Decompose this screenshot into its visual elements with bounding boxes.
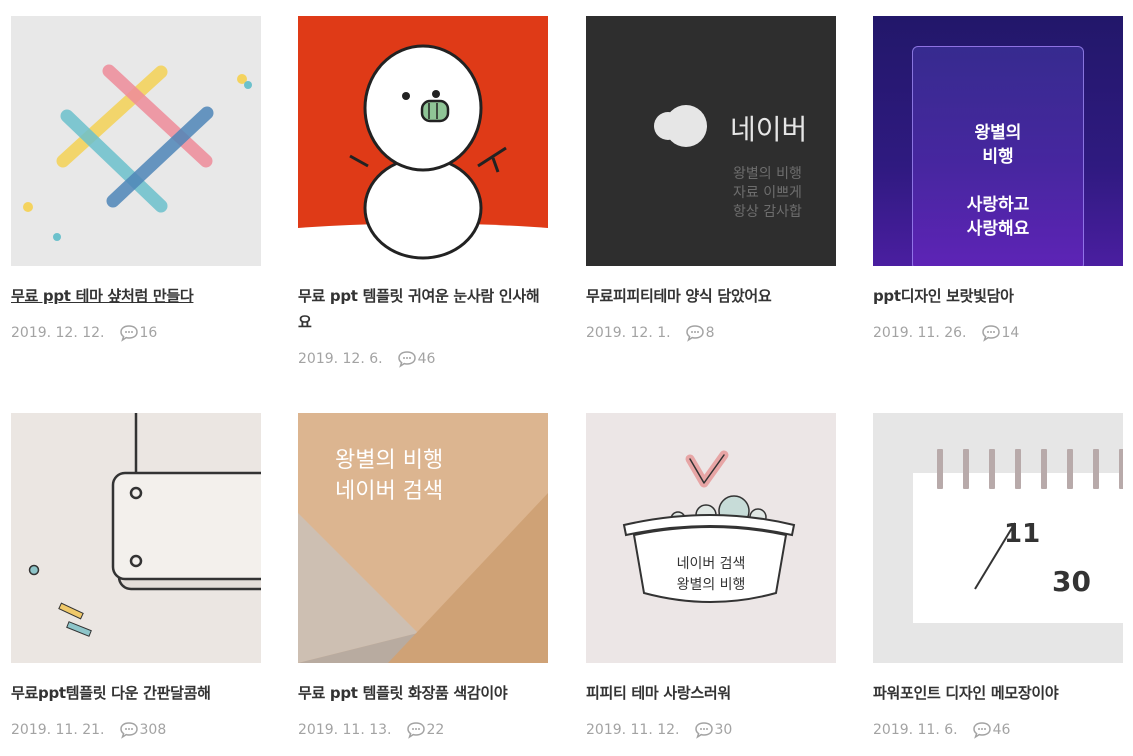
comment-count[interactable]: 46 — [993, 720, 1011, 740]
post-meta: 2019. 11. 6. 46 — [873, 720, 1123, 740]
post-thumbnail[interactable] — [11, 16, 261, 266]
hanging-sign-illustration — [28, 413, 261, 637]
post-title[interactable]: 피피티 테마 사랑스러워 — [586, 680, 836, 706]
comment-icon[interactable] — [119, 324, 139, 342]
comment-icon[interactable] — [694, 721, 714, 739]
thumb-caption: 항상 감사합 — [733, 204, 802, 220]
post-meta: 2019. 11. 21. 308 — [11, 720, 261, 740]
post-meta: 2019. 11. 12. 30 — [586, 720, 836, 740]
post-card: 왕별의 비행 네이버 검색 무료 ppt 템플릿 화장품 색감이야 2019. … — [298, 413, 548, 740]
post-date: 2019. 11. 26. — [873, 325, 967, 341]
thumb-caption: 왕별의 비행 — [733, 166, 802, 182]
post-meta: 2019. 12. 1. 8 — [586, 323, 836, 343]
calendar-month: 11 — [1004, 519, 1041, 549]
post-thumbnail[interactable]: 네이버 왕별의 비행 자료 이쁘게 항상 감사합 — [586, 16, 836, 266]
post-date: 2019. 11. 13. — [298, 722, 392, 738]
thumb-caption: 네이버 검색 — [335, 479, 444, 504]
post-thumbnail[interactable] — [298, 16, 548, 266]
post-meta: 2019. 11. 26. 14 — [873, 323, 1123, 343]
calendar-day: 30 — [1052, 565, 1091, 598]
post-thumbnail[interactable] — [11, 413, 261, 663]
post-card: 11 30 파워포인트 디자인 메모장이야 2019. 11. 6. 46 — [873, 413, 1123, 740]
post-title[interactable]: 무료 ppt 테마 샾처럼 만들다 — [11, 283, 261, 309]
comment-count[interactable]: 308 — [140, 720, 167, 740]
post-date: 2019. 11. 6. — [873, 722, 958, 738]
post-title[interactable]: ppt디자인 보랏빛담아 — [873, 283, 1123, 309]
post-title[interactable]: 무료 ppt 템플릿 화장품 색감이야 — [298, 680, 548, 706]
thumb-caption: 왕별의 비행 — [676, 577, 746, 593]
post-title[interactable]: 무료피피티테마 양식 담았어요 — [586, 283, 836, 309]
thumb-caption: 자료 이쁘게 — [733, 185, 802, 201]
comment-icon[interactable] — [981, 324, 1001, 342]
comment-count[interactable]: 8 — [706, 323, 715, 343]
post-date: 2019. 11. 21. — [11, 722, 105, 738]
post-title[interactable]: 무료ppt템플릿 다운 간판달콤해 — [11, 680, 261, 706]
comment-count[interactable]: 30 — [715, 720, 733, 740]
post-card: 무료 ppt 테마 샾처럼 만들다 2019. 12. 12. 16 — [11, 16, 261, 343]
thumb-caption: 왕별의 비행 — [335, 448, 444, 473]
post-card: 무료ppt템플릿 다운 간판달콤해 2019. 11. 21. 308 — [11, 413, 261, 740]
post-thumbnail[interactable]: 11 30 — [873, 413, 1123, 663]
thumb-caption: 왕별의 — [974, 123, 1022, 143]
cross-lines-illustration — [23, 64, 252, 241]
post-date: 2019. 11. 12. — [586, 722, 680, 738]
comment-icon[interactable] — [406, 721, 426, 739]
snowman-illustration — [298, 44, 548, 266]
post-card: 무료 ppt 템플릿 귀여운 눈사람 인사해요 2019. 12. 6. 46 — [298, 16, 548, 369]
post-date: 2019. 12. 6. — [298, 351, 383, 367]
naver-logo-text: 네이버 — [730, 113, 808, 146]
thumb-caption: 사랑하고 — [966, 195, 1030, 215]
comment-icon[interactable] — [119, 721, 139, 739]
comment-count[interactable]: 16 — [140, 323, 158, 343]
comment-icon[interactable] — [397, 350, 417, 368]
post-thumbnail[interactable]: 왕별의 비행 네이버 검색 — [298, 413, 548, 663]
post-date: 2019. 12. 1. — [586, 325, 671, 341]
comment-icon[interactable] — [972, 721, 992, 739]
calendar-illustration — [913, 449, 1123, 623]
comment-count[interactable]: 46 — [418, 349, 436, 369]
post-card: 왕별의 비행 사랑하고 사랑해요 ppt디자인 보랏빛담아 2019. 11. … — [873, 16, 1123, 343]
post-thumbnail[interactable]: 왕별의 비행 사랑하고 사랑해요 — [873, 16, 1123, 266]
comment-count[interactable]: 22 — [427, 720, 445, 740]
thumb-caption: 사랑해요 — [966, 219, 1030, 239]
post-meta: 2019. 12. 6. 46 — [298, 349, 548, 369]
post-title[interactable]: 무료 ppt 템플릿 귀여운 눈사람 인사해요 — [298, 283, 548, 335]
comment-icon[interactable] — [685, 324, 705, 342]
post-title[interactable]: 파워포인트 디자인 메모장이야 — [873, 680, 1123, 706]
comment-count[interactable]: 14 — [1002, 323, 1020, 343]
thumb-caption: 비행 — [982, 147, 1014, 167]
basket-illustration — [622, 450, 796, 603]
post-thumbnail[interactable]: 네이버 검색 왕별의 비행 — [586, 413, 836, 663]
post-meta: 2019. 11. 13. 22 — [298, 720, 548, 740]
post-meta: 2019. 12. 12. 16 — [11, 323, 261, 343]
thumb-caption: 네이버 검색 — [676, 556, 746, 572]
post-card: 네이버 왕별의 비행 자료 이쁘게 항상 감사합 무료피피티테마 양식 담았어요… — [586, 16, 836, 343]
post-card: 네이버 검색 왕별의 비행 피피티 테마 사랑스러워 2019. 11. 12.… — [586, 413, 836, 740]
post-date: 2019. 12. 12. — [11, 325, 105, 341]
